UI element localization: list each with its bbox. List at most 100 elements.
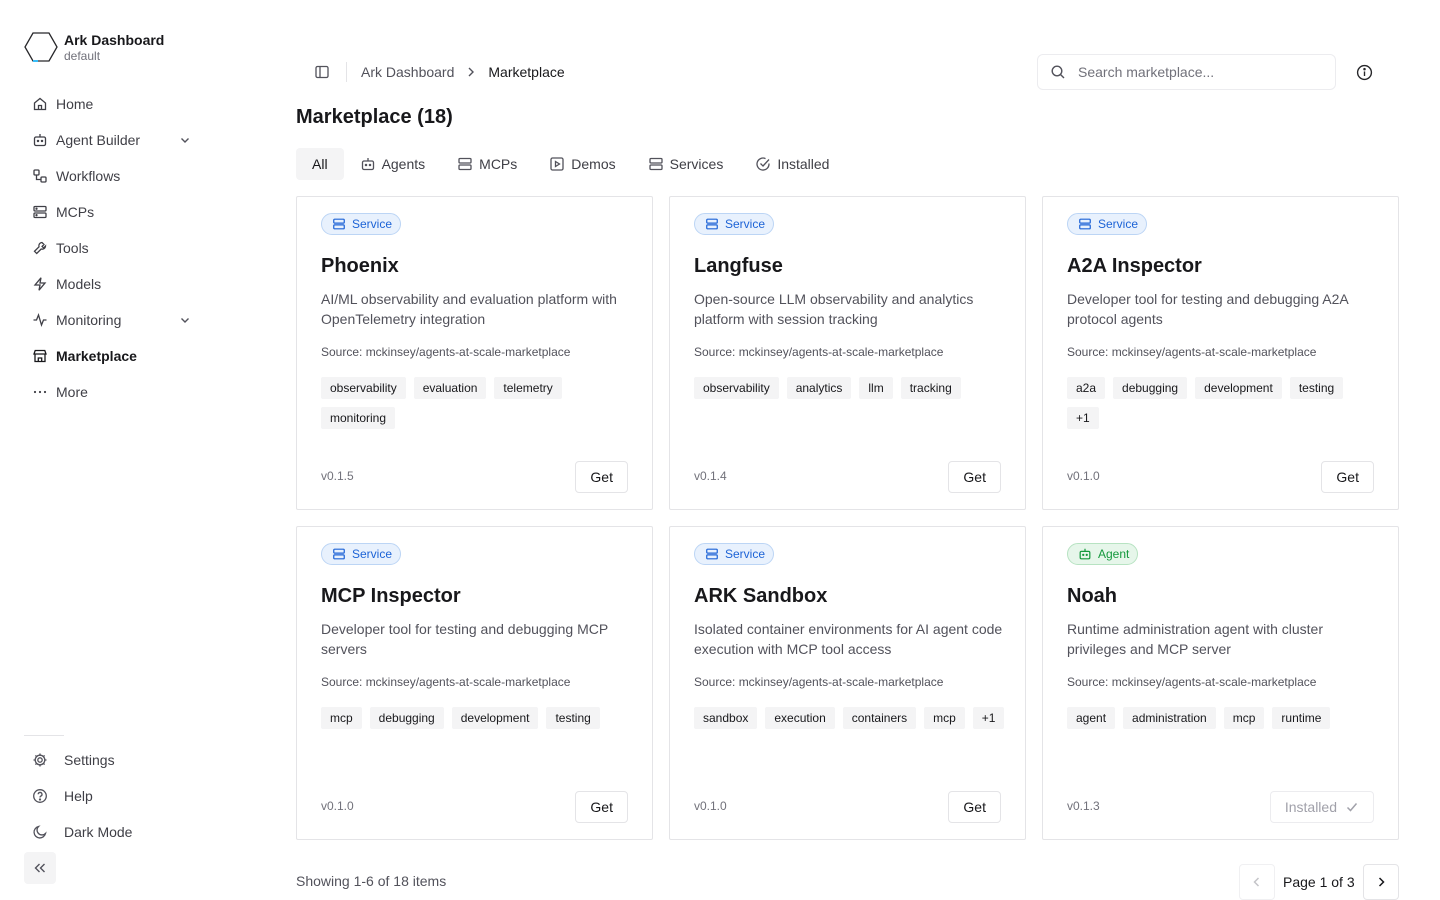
- chevron-left-icon: [1253, 877, 1260, 887]
- sidebar-item-models[interactable]: Models: [24, 266, 200, 302]
- server-icon: [332, 547, 346, 561]
- tag: mcp: [924, 707, 965, 729]
- marketplace-card-phoenix[interactable]: Service Phoenix AI/ML observability and …: [296, 196, 653, 510]
- button-label: Get: [963, 799, 986, 815]
- home-icon: [32, 96, 48, 112]
- sidebar-item-label: Marketplace: [56, 348, 137, 364]
- tab-installed[interactable]: Installed: [739, 148, 845, 180]
- category-tabs: All Agents MCPs Demos Services Installed: [296, 148, 845, 180]
- get-button[interactable]: Get: [948, 461, 1001, 493]
- marketplace-card-langfuse[interactable]: Service Langfuse Open-source LLM observa…: [669, 196, 1026, 510]
- sidebar-item-home[interactable]: Home: [24, 86, 200, 122]
- card-version: v0.1.0: [321, 799, 354, 813]
- tag: llm: [859, 377, 893, 399]
- pagination: Page 1 of 3: [1239, 864, 1399, 900]
- wrench-icon: [32, 240, 48, 256]
- card-description: Open-source LLM observability and analyt…: [694, 291, 974, 327]
- toggle-sidebar-button[interactable]: [312, 62, 332, 82]
- tag-more[interactable]: +1: [1067, 407, 1099, 429]
- tag: telemetry: [494, 377, 562, 399]
- get-button[interactable]: Get: [948, 791, 1001, 823]
- server-icon: [457, 156, 473, 172]
- breadcrumb-current: Marketplace: [488, 64, 565, 80]
- sidebar-item-settings[interactable]: Settings: [24, 742, 200, 778]
- card-description: Developer tool for testing and debugging…: [321, 621, 608, 657]
- sidebar-item-label: Dark Mode: [64, 824, 133, 840]
- type-badge: Service: [694, 543, 775, 565]
- button-label: Get: [963, 469, 986, 485]
- sidebar-item-marketplace[interactable]: Marketplace: [24, 338, 200, 374]
- get-button[interactable]: Get: [575, 461, 628, 493]
- tab-demos[interactable]: Demos: [533, 148, 631, 180]
- sidebar-item-help[interactable]: Help: [24, 778, 200, 814]
- tag: tracking: [900, 377, 961, 399]
- sidebar-item-label: Tools: [56, 240, 89, 256]
- sidebar: Ark Dashboard default Home Agent Builder…: [0, 0, 216, 900]
- sidebar-item-label: Help: [64, 788, 93, 804]
- sidebar-item-agent-builder[interactable]: Agent Builder: [24, 122, 200, 158]
- card-title: ARK Sandbox: [694, 585, 828, 607]
- get-button[interactable]: Get: [575, 791, 628, 823]
- tab-mcps[interactable]: MCPs: [441, 148, 533, 180]
- get-button[interactable]: Get: [1321, 461, 1374, 493]
- bot-icon: [32, 132, 48, 148]
- tag: debugging: [369, 707, 444, 729]
- panel-left-icon: [315, 65, 329, 79]
- tab-label: All: [312, 156, 328, 172]
- card-version: v0.1.4: [694, 469, 727, 483]
- sidebar-item-workflows[interactable]: Workflows: [24, 158, 200, 194]
- tab-services[interactable]: Services: [632, 148, 740, 180]
- chevrons-left-icon: [34, 863, 45, 873]
- check-circle-icon: [755, 156, 771, 172]
- bot-icon: [1078, 547, 1092, 561]
- collapse-sidebar-button[interactable]: [24, 852, 56, 884]
- sidebar-item-mcps[interactable]: MCPs: [24, 194, 200, 230]
- marketplace-card-ark-sandbox[interactable]: Service ARK Sandbox Isolated container e…: [669, 526, 1026, 840]
- server-icon: [332, 217, 346, 231]
- server-icon: [705, 547, 719, 561]
- button-label: Get: [590, 799, 613, 815]
- sidebar-item-tools[interactable]: Tools: [24, 230, 200, 266]
- sidebar-item-label: Workflows: [56, 168, 121, 184]
- bot-icon: [360, 156, 376, 172]
- tag-more[interactable]: +1: [972, 707, 1005, 729]
- brand[interactable]: Ark Dashboard default: [24, 30, 164, 64]
- chevron-down-icon[interactable]: [178, 133, 192, 147]
- search-box[interactable]: [1037, 54, 1336, 90]
- marketplace-card-a2a-inspector[interactable]: Service A2A Inspector Developer tool for…: [1042, 196, 1399, 510]
- workflow-icon: [32, 168, 48, 184]
- tab-agents[interactable]: Agents: [344, 148, 442, 180]
- more-icon: [32, 384, 48, 400]
- tag: execution: [765, 707, 835, 729]
- tab-label: Agents: [381, 156, 426, 172]
- card-title: Phoenix: [321, 255, 399, 277]
- sidebar-item-dark-mode[interactable]: Dark Mode: [24, 814, 200, 850]
- sidebar-item-label: Models: [56, 276, 102, 292]
- tag: mcp: [1223, 707, 1265, 729]
- breadcrumb-root-link[interactable]: Ark Dashboard: [361, 64, 454, 80]
- button-label: Get: [590, 469, 613, 485]
- sidebar-item-label: Home: [56, 96, 94, 112]
- sidebar-item-monitoring[interactable]: Monitoring: [24, 302, 200, 338]
- info-button[interactable]: [1354, 62, 1374, 82]
- tab-label: MCPs: [479, 156, 518, 172]
- next-page-button[interactable]: [1362, 864, 1399, 900]
- page-title: Marketplace (18): [296, 106, 453, 128]
- chevron-right-icon: [464, 65, 478, 79]
- previous-page-button[interactable]: [1239, 864, 1275, 900]
- installed-button[interactable]: Installed: [1269, 791, 1374, 823]
- marketplace-card-mcp-inspector[interactable]: Service MCP Inspector Developer tool for…: [296, 526, 653, 840]
- chevron-down-icon[interactable]: [178, 313, 192, 327]
- gear-icon: [32, 752, 48, 768]
- sidebar-bottom-nav: Settings Help Dark Mode: [24, 742, 200, 850]
- sidebar-item-more[interactable]: More: [24, 374, 200, 410]
- card-description: Developer tool for testing and debugging…: [1067, 291, 1348, 327]
- button-label: Get: [1336, 469, 1359, 485]
- search-input[interactable]: [1078, 64, 1318, 80]
- card-version: v0.1.0: [694, 799, 727, 813]
- marketplace-card-noah[interactable]: Agent Noah Runtime administration agent …: [1042, 526, 1399, 840]
- tag-list: observability analytics llm tracking: [694, 377, 1006, 399]
- tag: debugging: [1113, 377, 1188, 399]
- tag: development: [1195, 377, 1282, 399]
- tab-all[interactable]: All: [296, 148, 344, 180]
